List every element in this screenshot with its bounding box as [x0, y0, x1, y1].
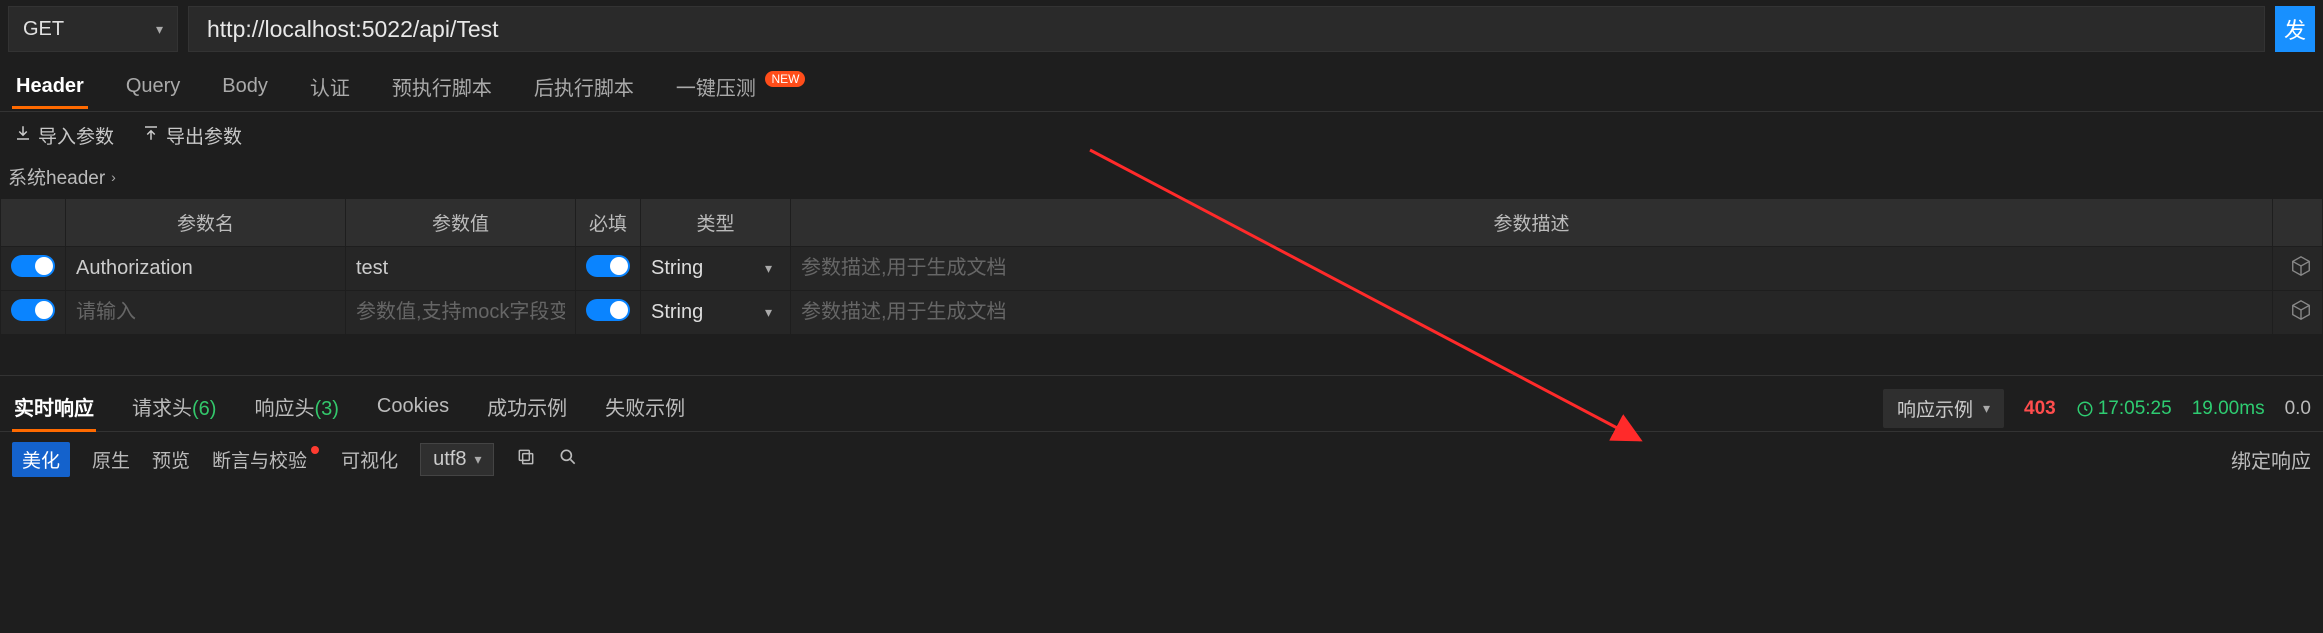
- param-value-input[interactable]: [356, 257, 565, 280]
- clock-icon: [2076, 400, 2094, 418]
- tab-fail-example[interactable]: 失败示例: [603, 386, 687, 431]
- status-code: 403: [2024, 398, 2056, 420]
- required-toggle[interactable]: [586, 255, 630, 277]
- tab-auth[interactable]: 认证: [306, 66, 354, 111]
- tab-response-headers[interactable]: 响应头(3): [252, 386, 340, 431]
- request-tabs: Header Query Body 认证 预执行脚本 后执行脚本 一键压测 NE…: [0, 58, 2323, 112]
- tab-live-response[interactable]: 实时响应: [12, 386, 96, 431]
- search-icon[interactable]: [558, 447, 578, 473]
- param-value-input[interactable]: [356, 301, 565, 324]
- param-name-input[interactable]: [76, 301, 335, 324]
- format-bar: 美化 原生 预览 断言与校验 可视化 utf8 ▾ 绑定响应: [0, 431, 2323, 487]
- table-row: String ▾: [1, 247, 2323, 291]
- send-button[interactable]: 发: [2275, 6, 2315, 52]
- tab-header[interactable]: Header: [12, 69, 88, 108]
- copy-icon[interactable]: [516, 447, 536, 473]
- tab-cookies[interactable]: Cookies: [375, 389, 451, 428]
- type-select[interactable]: String ▾: [651, 257, 780, 280]
- url-input[interactable]: [188, 6, 2265, 52]
- import-params-button[interactable]: 导入参数: [14, 122, 114, 149]
- header-params-table: 参数名 参数值 必填 类型 参数描述 String ▾: [0, 198, 2323, 335]
- format-visualize[interactable]: 可视化: [341, 446, 398, 473]
- format-assert[interactable]: 断言与校验: [212, 446, 319, 473]
- download-icon: [14, 124, 32, 148]
- chevron-right-icon: ›: [111, 169, 116, 185]
- response-example-dropdown[interactable]: 响应示例 ▾: [1883, 389, 2004, 428]
- chevron-down-icon: ▾: [1983, 400, 1990, 417]
- chevron-down-icon: ▾: [474, 451, 481, 468]
- param-desc-input[interactable]: [801, 301, 2262, 324]
- enable-toggle[interactable]: [11, 255, 55, 277]
- send-label: 发: [2284, 13, 2306, 45]
- encoding-select[interactable]: utf8 ▾: [420, 443, 494, 476]
- new-badge: NEW: [765, 71, 805, 87]
- bind-response-button[interactable]: 绑定响应: [2231, 445, 2311, 474]
- method-select[interactable]: GET ▾: [8, 6, 178, 52]
- tab-body[interactable]: Body: [218, 69, 272, 108]
- col-required: 必填: [576, 199, 641, 247]
- response-tabs: 实时响应 请求头(6) 响应头(3) Cookies 成功示例 失败示例 响应示…: [0, 375, 2323, 431]
- format-raw[interactable]: 原生: [92, 446, 130, 473]
- tab-request-headers[interactable]: 请求头(6): [130, 386, 218, 431]
- upload-icon: [142, 124, 160, 148]
- required-toggle[interactable]: [586, 299, 630, 321]
- response-time: 17:05:25: [2076, 398, 2172, 420]
- section-title: 系统header: [8, 163, 105, 190]
- alert-dot-icon: [311, 446, 319, 454]
- tab-query[interactable]: Query: [122, 69, 184, 108]
- tab-stress-test[interactable]: 一键压测 NEW: [672, 66, 810, 111]
- format-beautify[interactable]: 美化: [12, 442, 70, 477]
- tab-success-example[interactable]: 成功示例: [485, 386, 569, 431]
- method-value: GET: [23, 18, 64, 41]
- export-params-button[interactable]: 导出参数: [142, 122, 242, 149]
- response-duration: 19.00ms: [2192, 398, 2265, 420]
- response-size: 0.0: [2285, 398, 2311, 420]
- tab-pre-script[interactable]: 预执行脚本: [388, 66, 496, 111]
- col-value: 参数值: [346, 199, 576, 247]
- param-desc-input[interactable]: [801, 257, 2262, 280]
- cube-icon[interactable]: [2290, 299, 2312, 327]
- tab-post-script[interactable]: 后执行脚本: [530, 66, 638, 111]
- col-name: 参数名: [66, 199, 346, 247]
- param-name-input[interactable]: [76, 257, 335, 280]
- system-header-section[interactable]: 系统header ›: [0, 159, 2323, 198]
- type-select[interactable]: String ▾: [651, 301, 780, 324]
- table-row: String ▾: [1, 291, 2323, 335]
- enable-toggle[interactable]: [11, 299, 55, 321]
- col-desc: 参数描述: [791, 199, 2273, 247]
- chevron-down-icon: ▾: [765, 304, 772, 321]
- cube-icon[interactable]: [2290, 255, 2312, 283]
- chevron-down-icon: ▾: [765, 260, 772, 277]
- col-type: 类型: [641, 199, 791, 247]
- format-preview[interactable]: 预览: [152, 446, 190, 473]
- chevron-down-icon: ▾: [156, 21, 163, 38]
